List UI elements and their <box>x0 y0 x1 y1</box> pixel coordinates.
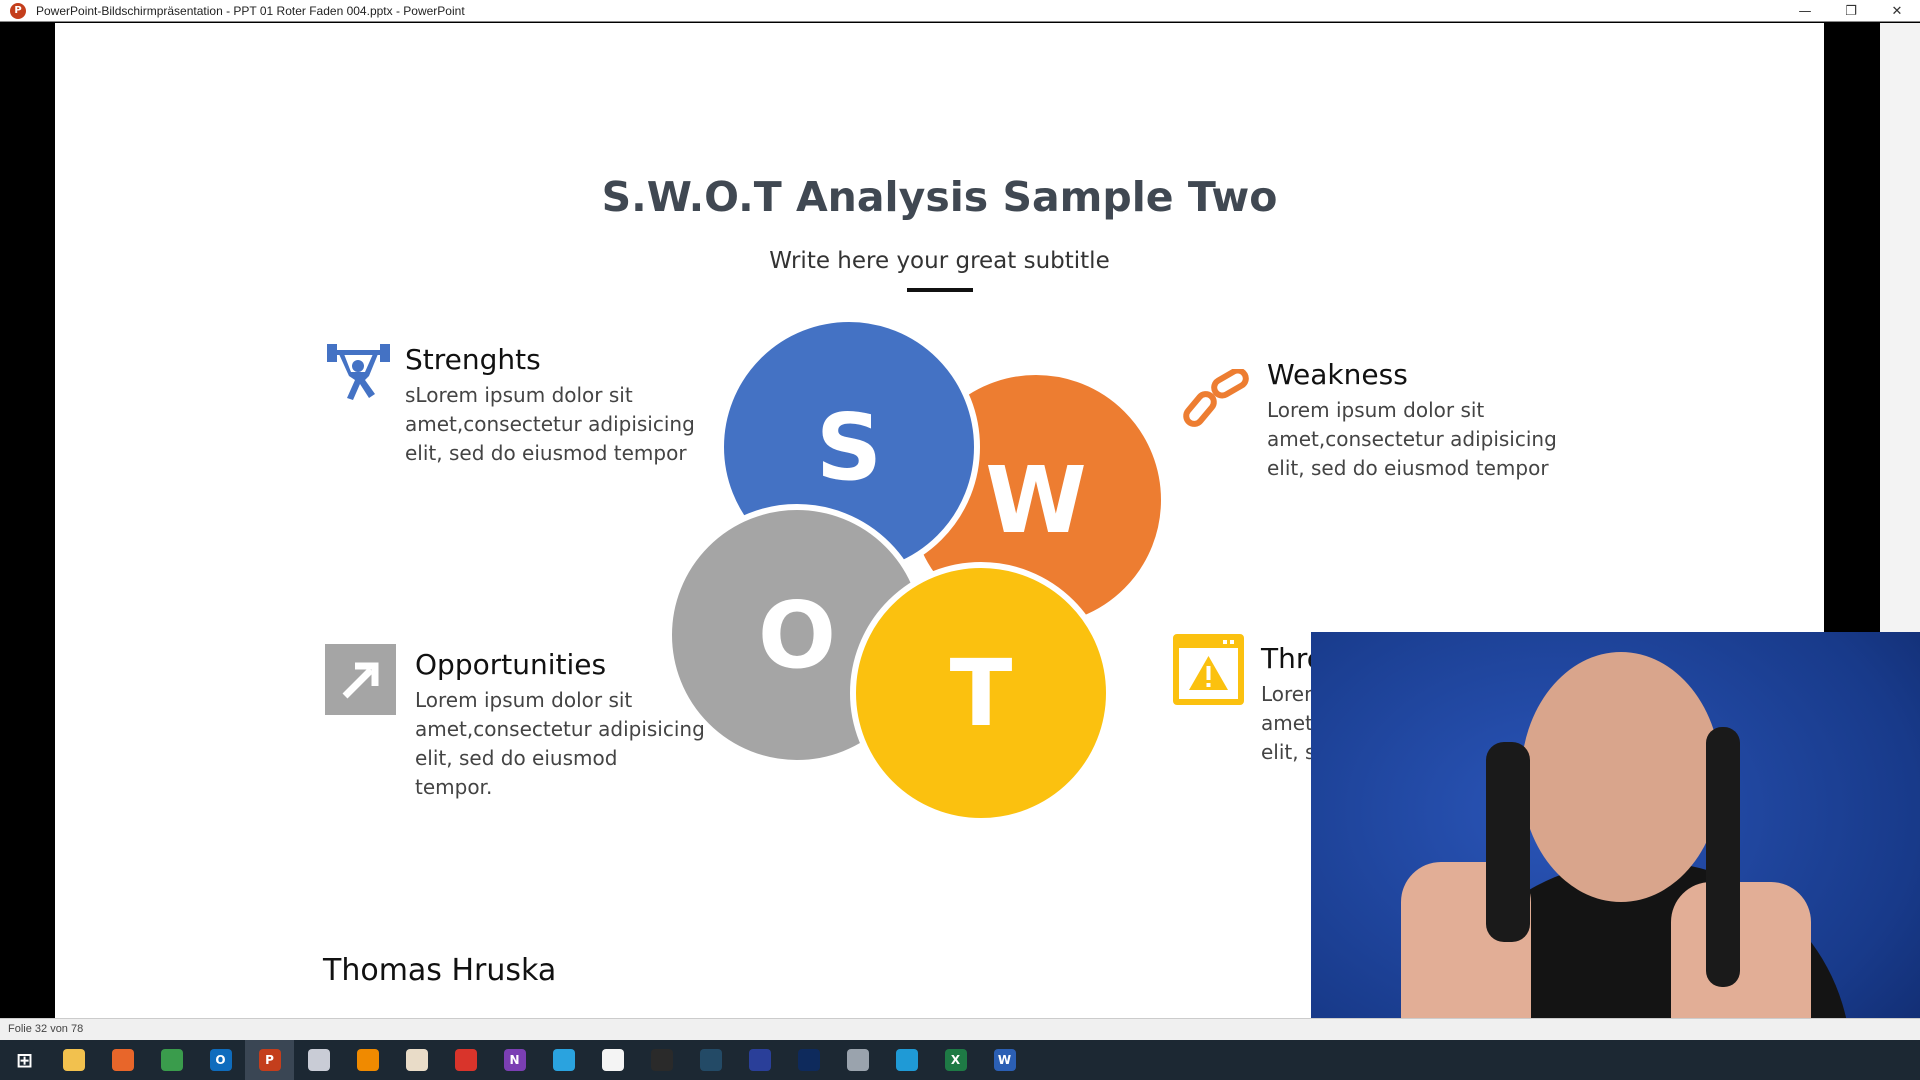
text-line: amet,consectetur adipisicing <box>415 717 705 741</box>
circle-t: T <box>850 562 1112 824</box>
taskbar-app-blue[interactable] <box>735 1040 784 1080</box>
circle-letter: T <box>949 639 1013 747</box>
taskbar-word[interactable]: W <box>980 1040 1029 1080</box>
taskbar-app-circle[interactable] <box>686 1040 735 1080</box>
app-scanner-icon <box>846 1049 869 1071</box>
excel-icon: X <box>944 1049 967 1071</box>
text-line: elit, sed do eiusmod <box>415 746 618 770</box>
taskbar-firefox[interactable] <box>98 1040 147 1080</box>
taskbar-obs[interactable] <box>637 1040 686 1080</box>
status-bar: Folie 32 von 78 <box>0 1018 1920 1040</box>
text-line: amet,consectetur adipisicing <box>405 412 695 436</box>
powerpoint-icon: P <box>10 2 26 19</box>
text-line: sLorem ipsum dolor sit <box>405 383 633 407</box>
taskbar-outlook[interactable]: O <box>196 1040 245 1080</box>
taskbar-telegram[interactable] <box>539 1040 588 1080</box>
weakness-text: Lorem ipsum dolor sit amet,consectetur a… <box>1267 396 1557 483</box>
app-paint-icon <box>307 1049 330 1071</box>
text-line: elit, sed do eiusmod tempor <box>405 441 687 465</box>
presenter-head <box>1521 652 1721 902</box>
broken-chain-icon <box>1183 369 1249 427</box>
circle-letter: S <box>815 393 883 501</box>
start-icon: ⊞ <box>13 1048 36 1072</box>
app-doc-icon <box>405 1049 428 1071</box>
edge-icon <box>895 1049 918 1071</box>
taskbar-edge[interactable] <box>882 1040 931 1080</box>
obs-icon <box>650 1049 673 1071</box>
app-video-icon <box>797 1049 820 1071</box>
app-blue-icon <box>748 1049 771 1071</box>
file-explorer-icon <box>62 1049 85 1071</box>
chrome-icon <box>160 1049 183 1071</box>
close-button[interactable]: ✕ <box>1874 0 1920 22</box>
taskbar-app-doc[interactable] <box>392 1040 441 1080</box>
text-line: elit, sed do eiusmod tempor <box>1267 456 1549 480</box>
weakness-heading: Weakness <box>1267 358 1408 391</box>
warning-window-icon <box>1173 634 1244 705</box>
circle-letter: W <box>985 446 1087 554</box>
taskbar-app-paint[interactable] <box>294 1040 343 1080</box>
slide-subtitle: Write here your great subtitle <box>769 248 1110 274</box>
text-line: amet,consectetur adipisicing <box>1267 427 1557 451</box>
taskbar-onenote[interactable]: N <box>490 1040 539 1080</box>
opportunities-text: Lorem ipsum dolor sit amet,consectetur a… <box>415 686 705 802</box>
firefox-icon <box>111 1049 134 1071</box>
circle-letter: O <box>757 581 837 689</box>
taskbar-vlc[interactable] <box>343 1040 392 1080</box>
taskbar-powerpoint[interactable]: P <box>245 1040 294 1080</box>
arrow-up-right-icon <box>325 644 396 715</box>
taskbar-app-scanner[interactable] <box>833 1040 882 1080</box>
author-name: Thomas Hruska <box>323 953 557 988</box>
vlc-icon <box>356 1049 379 1071</box>
webcam-overlay <box>1311 632 1920 1080</box>
window-title: PowerPoint-Bildschirmpräsentation - PPT … <box>36 3 465 18</box>
window-titlebar: P PowerPoint-Bildschirmpräsentation - PP… <box>0 0 1920 22</box>
app-lips-icon <box>454 1049 477 1071</box>
taskbar-app-lips[interactable] <box>441 1040 490 1080</box>
minimize-button[interactable]: — <box>1782 0 1828 22</box>
presenter-remote-left <box>1486 742 1530 942</box>
text-line: Lorem ipsum dolor sit <box>415 688 633 712</box>
taskbar-chrome[interactable] <box>147 1040 196 1080</box>
weightlifter-icon <box>327 344 390 400</box>
taskbar-app-video[interactable] <box>784 1040 833 1080</box>
strengths-heading: Strenghts <box>405 343 541 376</box>
text-line: Lorem ipsum dolor sit <box>1267 398 1485 422</box>
slide-counter: Folie 32 von 78 <box>8 1023 84 1035</box>
opportunities-heading: Opportunities <box>415 648 607 681</box>
taskbar-start[interactable]: ⊞ <box>0 1040 49 1080</box>
outlook-icon: O <box>209 1049 232 1071</box>
app-red-icon <box>601 1049 624 1071</box>
taskbar-file-explorer[interactable] <box>49 1040 98 1080</box>
onenote-icon: N <box>503 1049 526 1071</box>
restore-button[interactable]: ❐ <box>1828 0 1874 22</box>
presenter-remote-right <box>1706 727 1740 987</box>
word-icon: W <box>993 1049 1016 1071</box>
title-underline <box>907 288 973 292</box>
app-circle-icon <box>699 1049 722 1071</box>
taskbar: ⊞ O P N X W <box>0 1040 1920 1080</box>
slide-title: S.W.O.T Analysis Sample Two <box>601 173 1278 221</box>
taskbar-excel[interactable]: X <box>931 1040 980 1080</box>
strengths-text: sLorem ipsum dolor sit amet,consectetur … <box>405 381 695 468</box>
text-line: tempor. <box>415 775 493 799</box>
telegram-icon <box>552 1049 575 1071</box>
taskbar-app-red[interactable] <box>588 1040 637 1080</box>
powerpoint-icon: P <box>258 1049 281 1071</box>
